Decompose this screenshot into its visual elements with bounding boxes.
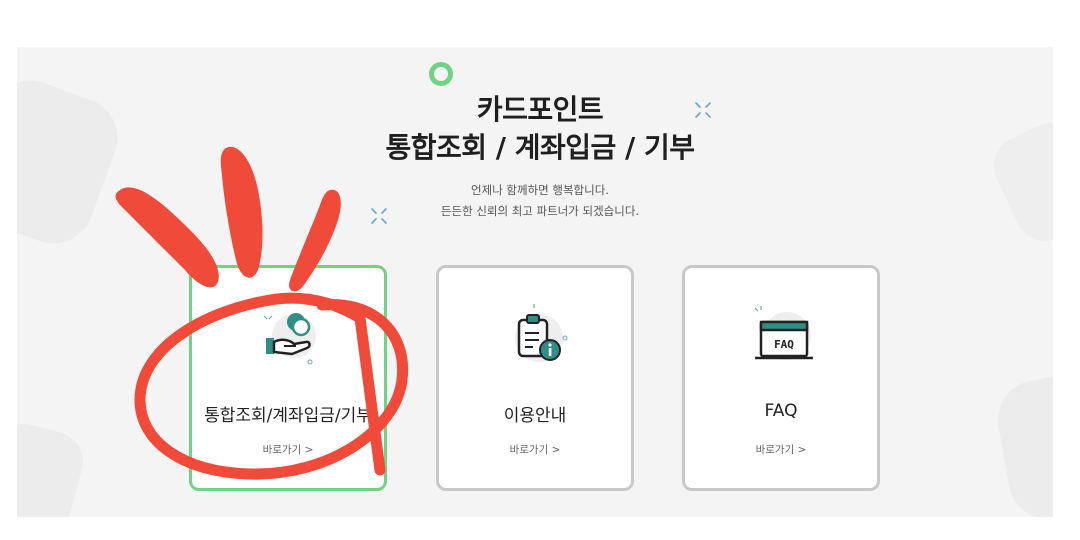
go-link[interactable]: 바로가기 > xyxy=(192,442,384,457)
hand-coin-icon xyxy=(263,313,316,365)
page-title-line2: 통합조회 / 계좌입금 / 기부 xyxy=(385,131,695,164)
decorative-ring-icon xyxy=(429,62,453,86)
go-link[interactable]: 바로가기 > xyxy=(439,442,631,457)
card-usage-guide[interactable]: 이용안내 바로가기 > xyxy=(436,265,634,491)
card-inquiry-deposit-donation[interactable]: 통합조회/계좌입금/기부 바로가기 > xyxy=(189,265,387,491)
card-label: 이용안내 xyxy=(503,406,567,426)
subtitle-line1: 언제나 함께하면 행복합니다. xyxy=(471,183,609,197)
page-title-line1: 카드포인트 xyxy=(476,93,604,126)
card-label: FAQ xyxy=(764,401,798,421)
go-link[interactable]: 바로가기 > xyxy=(685,442,877,457)
background-shape xyxy=(991,368,1053,517)
card-label: 통합조회/계좌입금/기부 xyxy=(204,406,372,426)
faq-window-icon: FAQ xyxy=(754,306,813,360)
card-faq[interactable]: FAQ FAQ 바로가기 > xyxy=(682,265,880,491)
clipboard-info-icon xyxy=(515,304,568,362)
svg-text:FAQ: FAQ xyxy=(774,338,794,351)
subtitle-line2: 든든한 신뢰의 최고 파트너가 되겠습니다. xyxy=(440,204,640,218)
background-shape xyxy=(17,417,90,517)
